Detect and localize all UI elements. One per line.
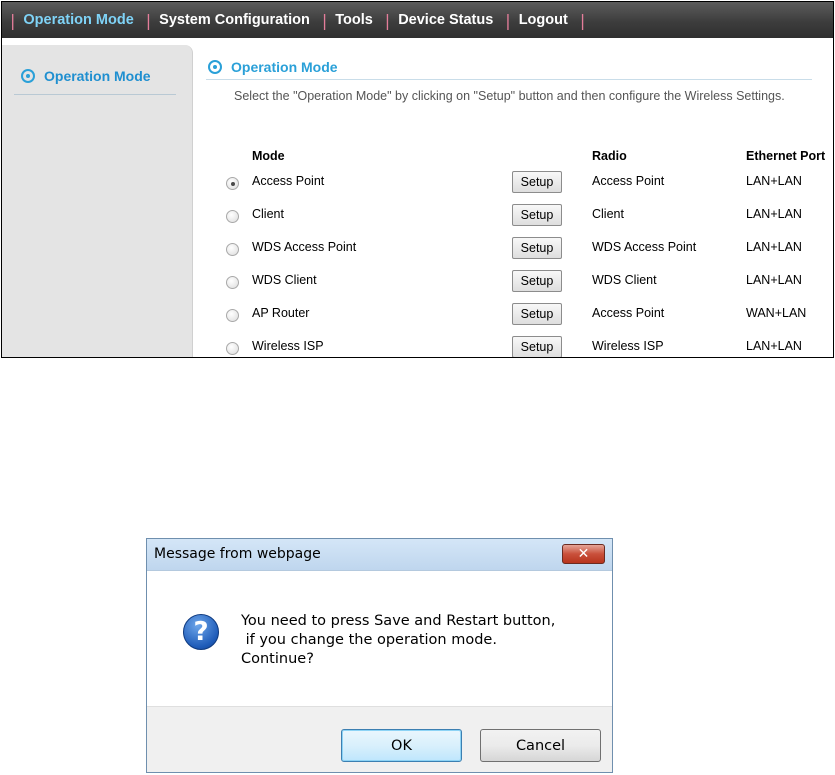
table-row: AP Router Setup Access Point WAN+LAN bbox=[224, 298, 833, 331]
nav-separator: | bbox=[505, 10, 511, 30]
sidebar: Operation Mode bbox=[2, 45, 193, 357]
column-header-radio: Radio bbox=[592, 149, 627, 163]
instruction-text: Select the "Operation Mode" by clicking … bbox=[234, 89, 785, 103]
dialog-title: Message from webpage bbox=[154, 546, 321, 562]
mode-radio-wireless-isp[interactable] bbox=[226, 342, 239, 355]
radio-value: Access Point bbox=[592, 174, 665, 188]
nav-item-logout[interactable]: Logout bbox=[519, 12, 568, 28]
mode-label: Client bbox=[252, 207, 284, 221]
cancel-button[interactable]: Cancel bbox=[480, 729, 601, 762]
setup-button[interactable]: Setup bbox=[512, 204, 562, 226]
nav-item-system-configuration[interactable]: System Configuration bbox=[159, 12, 310, 28]
nav-separator: | bbox=[10, 10, 16, 30]
mode-radio-wds-client[interactable] bbox=[226, 276, 239, 289]
mode-label: AP Router bbox=[252, 306, 310, 320]
dialog-footer: OK Cancel bbox=[147, 706, 612, 772]
table-row: WDS Client Setup WDS Client LAN+LAN bbox=[224, 265, 833, 298]
table-row: WDS Access Point Setup WDS Access Point … bbox=[224, 232, 833, 265]
mode-radio-access-point[interactable] bbox=[226, 177, 239, 190]
radio-value: WDS Access Point bbox=[592, 240, 697, 254]
operation-mode-table: Mode Radio Ethernet Port Access Point Se… bbox=[224, 148, 833, 357]
table-header: Mode Radio Ethernet Port bbox=[224, 148, 833, 166]
sidebar-item-operation-mode[interactable]: Operation Mode bbox=[14, 57, 176, 95]
mode-radio-client[interactable] bbox=[226, 210, 239, 223]
nav-item-operation-mode[interactable]: Operation Mode bbox=[23, 12, 133, 28]
content-header: Operation Mode bbox=[206, 54, 812, 80]
setup-button[interactable]: Setup bbox=[512, 336, 562, 357]
page-title: Operation Mode bbox=[231, 58, 338, 75]
mode-radio-wds-access-point[interactable] bbox=[226, 243, 239, 256]
ok-button[interactable]: OK bbox=[341, 729, 462, 762]
router-web-ui: | Operation Mode | System Configuration … bbox=[1, 1, 834, 358]
table-row: Wireless ISP Setup Wireless ISP LAN+LAN bbox=[224, 331, 833, 357]
nav-separator: | bbox=[384, 10, 391, 30]
radio-value: Access Point bbox=[592, 306, 665, 320]
ethernet-port-value: LAN+LAN bbox=[746, 339, 802, 353]
top-navigation-bar: | Operation Mode | System Configuration … bbox=[2, 2, 833, 38]
close-icon[interactable]: ✕ bbox=[562, 544, 605, 564]
column-header-mode: Mode bbox=[252, 149, 285, 163]
nav-separator: | bbox=[145, 10, 152, 30]
mode-label: WDS Client bbox=[252, 273, 317, 287]
mode-label: Access Point bbox=[252, 174, 325, 188]
target-ring-icon bbox=[21, 68, 35, 83]
mode-label: Wireless ISP bbox=[252, 339, 324, 353]
table-row: Access Point Setup Access Point LAN+LAN bbox=[224, 166, 833, 199]
mode-radio-ap-router[interactable] bbox=[226, 309, 239, 322]
ethernet-port-value: LAN+LAN bbox=[746, 207, 802, 221]
nav-item-device-status[interactable]: Device Status bbox=[398, 12, 493, 28]
confirm-dialog: Message from webpage ✕ ? You need to pre… bbox=[146, 538, 613, 773]
dialog-message-line: You need to press Save and Restart butto… bbox=[241, 613, 556, 629]
setup-button[interactable]: Setup bbox=[512, 303, 562, 325]
setup-button[interactable]: Setup bbox=[512, 171, 562, 193]
nav-item-tools[interactable]: Tools bbox=[335, 12, 373, 28]
ethernet-port-value: WAN+LAN bbox=[746, 306, 807, 320]
target-ring-icon bbox=[208, 59, 222, 74]
radio-value: Client bbox=[592, 207, 624, 221]
setup-button[interactable]: Setup bbox=[512, 270, 562, 292]
radio-value: WDS Client bbox=[592, 273, 657, 287]
dialog-message-line: Continue? bbox=[241, 651, 314, 667]
ethernet-port-value: LAN+LAN bbox=[746, 273, 802, 287]
question-icon: ? bbox=[183, 614, 219, 650]
dialog-message-line: if you change the operation mode. bbox=[241, 632, 497, 648]
table-row: Client Setup Client LAN+LAN bbox=[224, 199, 833, 232]
nav-separator: | bbox=[321, 10, 328, 30]
ethernet-port-value: LAN+LAN bbox=[746, 240, 802, 254]
dialog-titlebar: Message from webpage ✕ bbox=[147, 539, 612, 571]
column-header-ethernet-port: Ethernet Port bbox=[746, 149, 826, 163]
nav-separator: | bbox=[579, 10, 586, 30]
setup-button[interactable]: Setup bbox=[512, 237, 562, 259]
sidebar-item-label: Operation Mode bbox=[44, 67, 151, 84]
ethernet-port-value: LAN+LAN bbox=[746, 174, 802, 188]
dialog-message: You need to press Save and Restart butto… bbox=[241, 612, 601, 669]
mode-label: WDS Access Point bbox=[252, 240, 357, 254]
radio-value: Wireless ISP bbox=[592, 339, 664, 353]
